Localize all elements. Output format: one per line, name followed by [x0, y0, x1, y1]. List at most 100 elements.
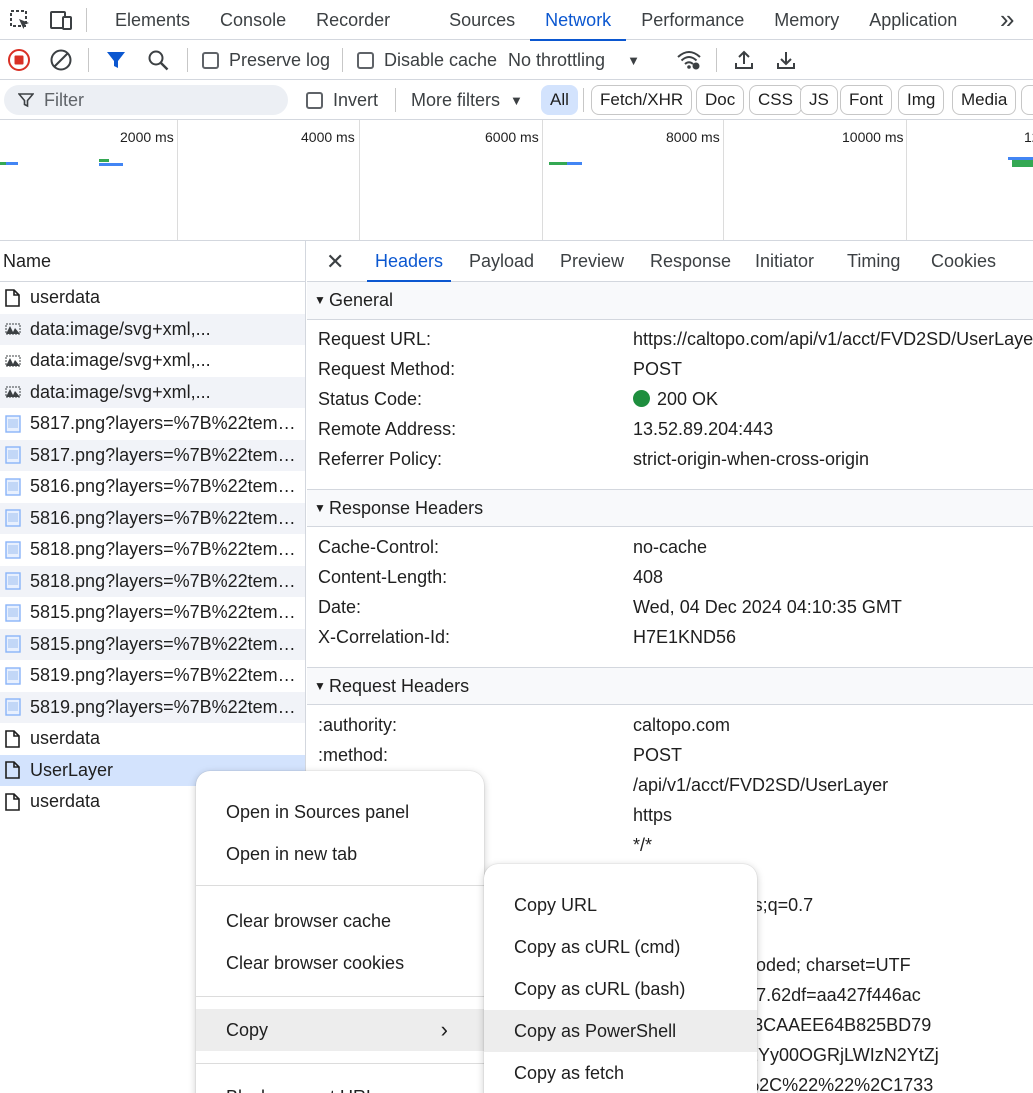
request-row[interactable]: data:image/svg+xml,... [0, 376, 305, 408]
more-tabs-button[interactable]: » [1000, 4, 1014, 34]
menu-copy-as-curl-cmd[interactable]: Copy as cURL (cmd) [484, 926, 757, 968]
request-method-key: Request Method: [318, 359, 456, 379]
invert-checkbox[interactable]: Invert [306, 80, 378, 120]
filter-input[interactable]: Filter [4, 85, 288, 115]
response-headers-section-header[interactable]: ▼ Response Headers [307, 489, 1033, 527]
timeline-overview[interactable]: 2000 ms 4000 ms 6000 ms 8000 ms 10000 ms… [0, 120, 1033, 241]
preserve-log-checkbox[interactable]: Preserve log [202, 40, 330, 80]
request-rows: userdata data:image/svg+xml,... data:image… [0, 282, 305, 818]
close-details-button[interactable]: ✕ [326, 241, 344, 282]
tab-application[interactable]: Application [854, 0, 972, 40]
request-row[interactable]: 5816.png?layers=%7B%22templ... [0, 502, 305, 534]
panel-tabs: Elements Console Recorder Sources Networ… [100, 0, 972, 41]
tab-elements[interactable]: Elements [100, 0, 205, 40]
menu-copy[interactable]: Copy › [196, 1009, 484, 1051]
menu-copy-as-powershell[interactable]: Copy as PowerShell [484, 1010, 757, 1052]
tab-cookies[interactable]: Cookies [931, 241, 996, 282]
status-ok-icon [633, 390, 650, 407]
request-name: 5819.png?layers=%7B%22templ... [30, 665, 300, 686]
filter-funnel-icon[interactable] [106, 40, 126, 80]
more-filters-dropdown[interactable]: More filters ▼ [411, 80, 523, 120]
request-url-value: https://caltopo.com/api/v1/acct/FVD2SD/U… [633, 329, 1033, 349]
type-filter-font[interactable]: Font [840, 85, 893, 115]
timeline-label: 2000 ms [120, 129, 174, 145]
tab-performance[interactable]: Performance [626, 0, 759, 40]
clear-icon[interactable] [50, 40, 72, 80]
request-row[interactable]: 5817.png?layers=%7B%22templ... [0, 408, 305, 440]
header-value: 408 [633, 567, 664, 587]
type-filter-fetch-xhr[interactable]: Fetch/XHR [591, 85, 693, 115]
menu-open-in-new-tab[interactable]: Open in new tab [196, 833, 484, 875]
stop-recording-icon[interactable] [8, 40, 30, 80]
tab-recorder[interactable]: Recorder [301, 0, 405, 40]
png-image-icon [5, 604, 22, 622]
timeline-gridline [177, 120, 178, 240]
tab-payload[interactable]: Payload [469, 241, 534, 282]
tab-console[interactable]: Console [205, 0, 301, 40]
import-har-icon[interactable] [733, 40, 755, 80]
request-name: 5816.png?layers=%7B%22templ... [30, 476, 300, 497]
type-filter-doc[interactable]: Doc [696, 85, 745, 115]
tab-timing[interactable]: Timing [847, 241, 900, 282]
dropdown-arrow-icon: ▼ [510, 92, 523, 108]
tab-memory[interactable]: Memory [759, 0, 854, 40]
type-filter-img[interactable]: Img [898, 85, 945, 115]
request-row[interactable]: data:image/svg+xml,... [0, 345, 305, 377]
timeline-request-bar [99, 159, 109, 162]
tab-initiator[interactable]: Initiator [755, 241, 814, 282]
request-row[interactable]: 5816.png?layers=%7B%22templ... [0, 471, 305, 503]
checkbox-box [357, 51, 374, 69]
request-row[interactable]: 5819.png?layers=%7B%22templ... [0, 691, 305, 723]
svg-image-icon [5, 352, 22, 370]
type-filter-all[interactable]: All [541, 85, 578, 115]
details-tab-bar: ✕ Headers Payload Preview Response Initi… [307, 241, 1033, 282]
general-section-header[interactable]: ▼ General [307, 282, 1033, 320]
type-filter-media[interactable]: Media [952, 85, 1017, 115]
request-row[interactable]: userdata [0, 723, 305, 755]
tab-preview[interactable]: Preview [560, 241, 624, 282]
request-row[interactable]: data:image/svg+xml,... [0, 313, 305, 345]
tab-network[interactable]: Network [530, 0, 627, 41]
menu-block-request-url[interactable]: Block request URL [196, 1076, 484, 1093]
tab-sources[interactable]: Sources [434, 0, 530, 40]
disable-cache-checkbox[interactable]: Disable cache [357, 40, 497, 80]
type-filter-css[interactable]: CSS [749, 85, 802, 115]
document-icon [5, 761, 22, 780]
toolbar-divider [716, 48, 717, 72]
menu-copy-as-fetch[interactable]: Copy as fetch [484, 1052, 757, 1093]
request-row[interactable]: 5817.png?layers=%7B%22templ... [0, 439, 305, 471]
request-row[interactable]: 5819.png?layers=%7B%22templ... [0, 660, 305, 692]
filter-bar: Filter Invert More filters ▼ All Fetch/X… [0, 80, 1033, 120]
menu-clear-browser-cache[interactable]: Clear browser cache [196, 900, 484, 942]
menu-copy-as-curl-bash[interactable]: Copy as cURL (bash) [484, 968, 757, 1010]
request-row[interactable]: 5818.png?layers=%7B%22templ... [0, 534, 305, 566]
request-headers-section-header[interactable]: ▼ Request Headers [307, 667, 1033, 705]
tab-headers[interactable]: Headers [366, 241, 452, 282]
timeline-gridline [723, 120, 724, 240]
request-row[interactable]: userdata [0, 282, 305, 314]
search-icon[interactable] [148, 40, 169, 80]
request-row[interactable]: 5815.png?layers=%7B%22templ... [0, 628, 305, 660]
device-toolbar-icon[interactable] [48, 8, 72, 32]
timeline-gridline [542, 120, 543, 240]
menu-copy-url[interactable]: Copy URL [484, 884, 757, 926]
name-column-header[interactable]: Name [0, 241, 305, 282]
request-row[interactable]: 5818.png?layers=%7B%22templ... [0, 565, 305, 597]
header-value: https [633, 805, 673, 825]
copy-submenu: Copy URL Copy as cURL (cmd) Copy as cURL… [484, 864, 757, 1093]
tab-response[interactable]: Response [650, 241, 731, 282]
throttling-select[interactable]: No throttling ▼ [508, 40, 640, 80]
export-har-icon[interactable] [775, 40, 797, 80]
png-image-icon [5, 415, 22, 433]
header-value: */* [633, 835, 653, 855]
menu-clear-browser-cookies[interactable]: Clear browser cookies [196, 942, 484, 984]
menu-open-in-sources[interactable]: Open in Sources panel [196, 791, 484, 833]
type-filter-more[interactable] [1021, 85, 1033, 115]
request-name: 5817.png?layers=%7B%22templ... [30, 444, 300, 465]
inspect-element-icon[interactable] [8, 8, 32, 32]
svg-image-icon [5, 383, 22, 401]
network-conditions-icon[interactable] [676, 40, 702, 80]
request-row[interactable]: 5815.png?layers=%7B%22templ... [0, 597, 305, 629]
status-code-key: Status Code: [318, 389, 423, 409]
type-filter-js[interactable]: JS [800, 85, 838, 115]
